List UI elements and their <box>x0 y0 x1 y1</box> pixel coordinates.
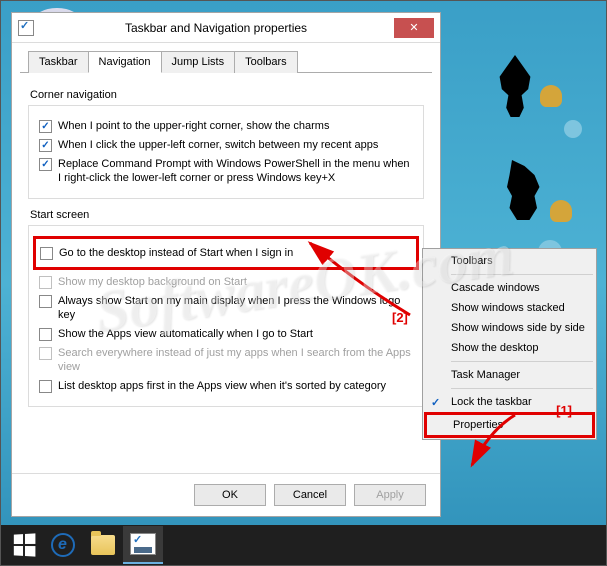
menu-separator <box>451 274 593 275</box>
ctx-sidebyside[interactable]: Show windows side by side <box>425 318 594 338</box>
ctx-cascade[interactable]: Cascade windows <box>425 278 594 298</box>
tab-navigation[interactable]: Navigation <box>88 51 162 73</box>
checkbox-icon[interactable] <box>39 328 52 341</box>
tab-strip: Taskbar Navigation Jump Lists Toolbars <box>20 43 432 73</box>
checkbox-row[interactable]: When I click the upper-left corner, swit… <box>39 138 413 152</box>
checkbox-label: Show the Apps view automatically when I … <box>58 327 313 341</box>
checkbox-label: Search everywhere instead of just my app… <box>58 346 413 374</box>
menu-separator <box>451 388 593 389</box>
wallpaper-figure <box>493 55 537 117</box>
windows-logo-icon <box>14 533 36 556</box>
checkbox-row[interactable]: Show the Apps view automatically when I … <box>39 327 413 341</box>
wallpaper-bubble <box>564 120 582 138</box>
taskbar-properties-icon <box>18 20 34 36</box>
annotation-marker-1: [1] <box>556 403 572 418</box>
corner-navigation-group: When I point to the upper-right corner, … <box>28 105 424 199</box>
group-label-start: Start screen <box>30 209 424 221</box>
checkbox-icon <box>39 276 52 289</box>
checkbox-row[interactable]: List desktop apps first in the Apps view… <box>39 379 413 393</box>
annotation-marker-2: [2] <box>392 310 408 325</box>
checkbox-row[interactable]: When I point to the upper-right corner, … <box>39 119 413 133</box>
taskbar-properties-icon <box>130 533 156 555</box>
annotation-arrow-1 <box>460 410 540 483</box>
checkbox-row: Search everywhere instead of just my app… <box>39 346 413 374</box>
close-button[interactable]: ✕ <box>394 18 434 38</box>
wallpaper-shape <box>550 200 572 222</box>
checkbox-label: Go to the desktop instead of Start when … <box>59 246 293 260</box>
checkbox-label: When I point to the upper-right corner, … <box>58 119 329 133</box>
checkbox-icon[interactable] <box>40 247 53 260</box>
folder-icon <box>91 535 115 555</box>
tab-jumplists[interactable]: Jump Lists <box>161 51 236 73</box>
checkbox-icon[interactable] <box>39 380 52 393</box>
ctx-taskmanager[interactable]: Task Manager <box>425 365 594 385</box>
checkbox-label: Show my desktop background on Start <box>58 275 247 289</box>
checkbox-row[interactable]: Replace Command Prompt with Windows Powe… <box>39 157 413 185</box>
ctx-toolbars[interactable]: Toolbars <box>425 251 594 271</box>
checkbox-icon[interactable] <box>39 139 52 152</box>
wallpaper-figure <box>497 160 547 220</box>
titlebar[interactable]: Taskbar and Navigation properties ✕ <box>12 13 440 43</box>
internet-explorer-icon <box>51 533 75 557</box>
taskbar-app-icon[interactable] <box>123 526 163 564</box>
checkbox-label: List desktop apps first in the Apps view… <box>58 379 386 393</box>
taskbar[interactable] <box>1 525 606 565</box>
checkbox-icon[interactable] <box>39 158 52 171</box>
apply-button[interactable]: Apply <box>354 484 426 506</box>
wallpaper-shape <box>540 85 562 107</box>
tab-taskbar[interactable]: Taskbar <box>28 51 89 73</box>
checkbox-label: Replace Command Prompt with Windows Powe… <box>58 157 413 185</box>
taskbar-ie-icon[interactable] <box>43 526 83 564</box>
taskbar-explorer-icon[interactable] <box>83 526 123 564</box>
tab-toolbars[interactable]: Toolbars <box>234 51 298 73</box>
checkbox-icon <box>39 347 52 360</box>
checkbox-icon[interactable] <box>39 120 52 133</box>
checkbox-icon[interactable] <box>39 295 52 308</box>
ok-button[interactable]: OK <box>194 484 266 506</box>
ctx-stacked[interactable]: Show windows stacked <box>425 298 594 318</box>
cancel-button[interactable]: Cancel <box>274 484 346 506</box>
ctx-showdesktop[interactable]: Show the desktop <box>425 338 594 358</box>
dialog-button-row: OK Cancel Apply <box>12 473 440 516</box>
window-title: Taskbar and Navigation properties <box>38 21 394 35</box>
menu-separator <box>451 361 593 362</box>
group-label-corner: Corner navigation <box>30 89 424 101</box>
checkbox-label: When I click the upper-left corner, swit… <box>58 138 378 152</box>
start-button[interactable] <box>5 526 43 564</box>
